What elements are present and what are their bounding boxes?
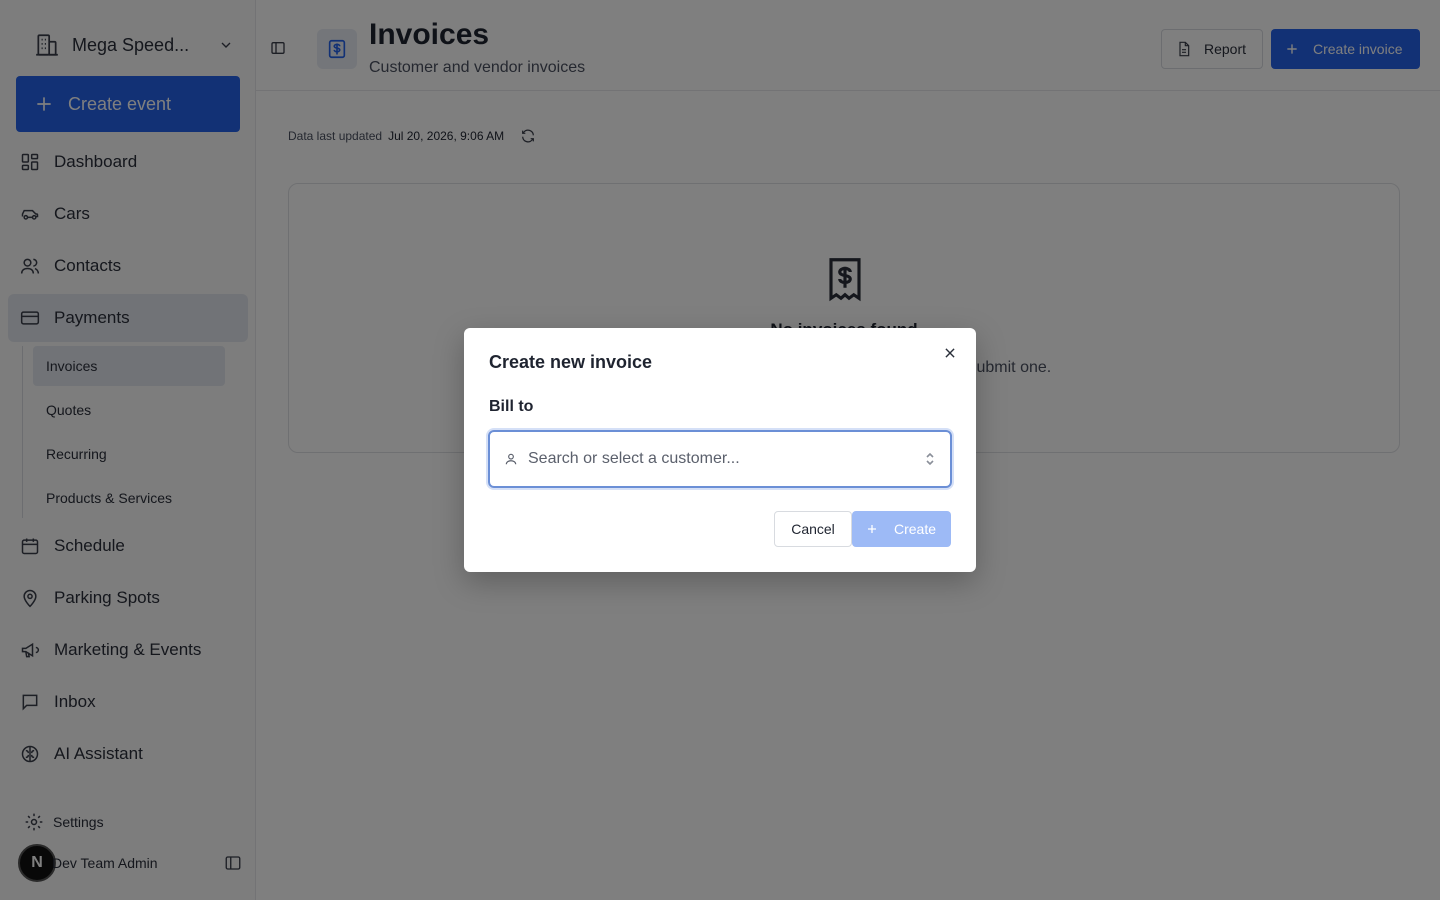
bill-to-label: Bill to <box>489 398 534 415</box>
user-icon <box>504 452 518 466</box>
create-invoice-dialog: Create new invoice Bill to Cancel Create <box>464 328 976 572</box>
dialog-title: Create new invoice <box>489 352 653 372</box>
plus-icon <box>866 523 878 535</box>
customer-search-input[interactable] <box>528 450 914 468</box>
chevrons-up-down-icon[interactable] <box>924 451 936 467</box>
create-button[interactable]: Create <box>852 511 951 547</box>
close-icon[interactable] <box>943 346 959 362</box>
customer-combobox[interactable] <box>488 430 952 488</box>
cancel-button[interactable]: Cancel <box>774 511 852 547</box>
create-label: Create <box>894 521 937 537</box>
